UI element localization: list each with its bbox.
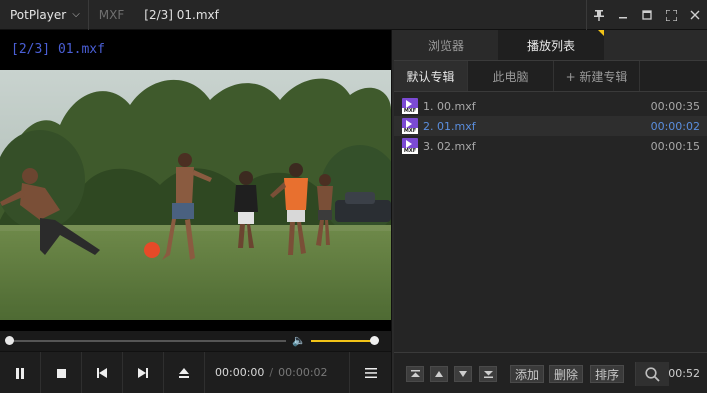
tab-label: 播放列表 [526,38,575,53]
stop-button[interactable] [41,352,82,393]
move-down-icon [459,371,467,377]
hamburger-icon [364,368,377,378]
maximize-icon[interactable] [635,0,659,30]
volume-slider[interactable] [311,340,375,342]
playlist-item[interactable]: MXF 3. 02.mxf 00:00:15 [394,136,707,156]
playlist: MXF 1. 00.mxf 00:00:35 MXF 2. 01.mxf 00:… [394,96,707,156]
move-bottom-button[interactable] [479,366,497,382]
seek-bar[interactable] [8,340,286,342]
sort-button[interactable]: 排序 [590,365,625,383]
tab-label: + 新建专辑 [565,69,628,84]
seek-handle[interactable] [5,336,14,345]
new-album-button[interactable]: + 新建专辑 [554,61,640,91]
delete-button[interactable]: 删除 [549,365,584,383]
search-button[interactable] [635,362,669,386]
mxf-file-icon: MXF [402,138,418,154]
close-icon[interactable] [683,0,707,30]
volume-handle[interactable] [370,336,379,345]
stop-icon [56,368,66,378]
mxf-file-icon: MXF [402,118,418,134]
add-button[interactable]: 添加 [510,365,545,383]
speaker-icon[interactable]: 🔈 [292,334,306,347]
format-label: MXF [98,7,125,22]
title-bar: PotPlayer ⌵ MXF [2/3] 01.mxf [0,0,707,30]
tab-label: 浏览器 [427,38,464,53]
item-duration: 00:00:35 [650,100,700,113]
search-icon [645,366,660,382]
playlist-toolbar: 添加 删除 排序 00:52 [394,352,707,393]
tab-this-pc[interactable]: 此电脑 [468,61,554,91]
item-name: 3. 02.mxf [423,139,476,153]
total-time: 00:00:02 [278,366,328,379]
menu-button[interactable] [350,352,391,393]
move-down-button[interactable] [454,366,472,382]
tab-default-album[interactable]: 默认专辑 [394,61,468,91]
playlist-total-duration: 00:52 [668,367,700,380]
move-to-bottom-icon [483,371,493,378]
skip-previous-icon [97,368,107,378]
skip-next-icon [138,368,148,378]
seek-bar-row: 🔈 [0,331,391,351]
item-duration: 00:00:15 [650,140,700,153]
app-name: PotPlayer [10,7,67,22]
osd-title: [2/3] 01.mxf [11,42,105,57]
fullscreen-icon[interactable] [659,0,683,30]
eject-button[interactable] [164,352,205,393]
previous-button[interactable] [82,352,123,393]
time-display: 00:00:00 / 00:00:02 [205,352,350,393]
move-top-button[interactable] [406,366,424,382]
video-frame[interactable] [0,70,391,320]
panel-tabs: 浏览器 播放列表 [394,30,707,61]
next-button[interactable] [123,352,164,393]
minimize-icon[interactable] [611,0,635,30]
move-to-top-icon [410,370,420,377]
window-controls [586,0,707,30]
item-duration: 00:00:02 [650,120,700,133]
pause-button[interactable] [0,352,41,393]
window-title: [2/3] 01.mxf [144,7,219,22]
video-area[interactable]: [2/3] 01.mxf [0,30,391,331]
eject-icon [179,368,189,378]
tab-playlist[interactable]: 播放列表 [498,30,604,60]
current-time: 00:00:00 [215,366,265,379]
mxf-file-icon: MXF [402,98,418,114]
item-name: 2. 01.mxf [423,119,476,133]
tab-label: 此电脑 [492,69,529,84]
tab-browser[interactable]: 浏览器 [394,30,498,60]
pause-icon [16,367,24,379]
pin-icon[interactable] [587,0,611,30]
playlist-item[interactable]: MXF 1. 00.mxf 00:00:35 [394,96,707,116]
album-tabs: 默认专辑 此电脑 + 新建专辑 [394,61,707,92]
item-name: 1. 00.mxf [423,99,476,113]
control-bar: 00:00:00 / 00:00:02 [0,351,391,393]
app-menu-button[interactable]: PotPlayer ⌵ [0,0,88,30]
time-separator: / [269,366,274,379]
move-up-button[interactable] [430,366,448,382]
playlist-item[interactable]: MXF 2. 01.mxf 00:00:02 [394,116,707,136]
tab-label: 默认专辑 [406,69,455,84]
move-up-icon [435,371,443,377]
chevron-down-icon: ⌵ [72,9,80,20]
playlist-panel: 浏览器 播放列表 默认专辑 此电脑 + 新建专辑 MXF 1. 00.mxf 0… [394,30,707,393]
